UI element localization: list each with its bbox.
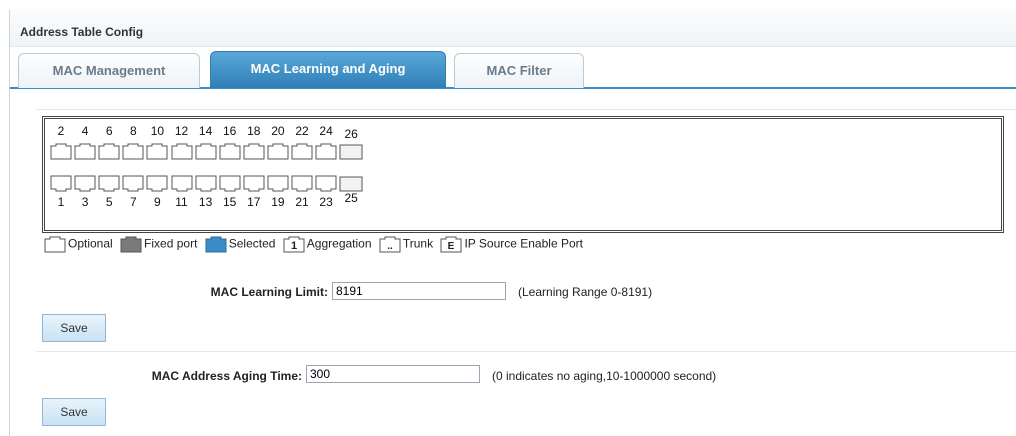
port-number-21: 21 — [295, 195, 309, 209]
port-number-20: 20 — [271, 124, 285, 138]
ip-source-port-icon: E — [440, 236, 462, 253]
port-1[interactable] — [50, 175, 72, 192]
port-number-3: 3 — [81, 195, 89, 209]
port-12[interactable] — [171, 143, 193, 160]
port-number-14: 14 — [198, 124, 213, 138]
port-number-15: 15 — [223, 195, 237, 209]
mac-aging-time-label: MAC Address Aging Time: — [151, 369, 302, 383]
port-26[interactable] — [339, 143, 363, 160]
port-number-6: 6 — [105, 124, 113, 138]
port-number-2: 2 — [57, 124, 65, 138]
tab-mac-management[interactable]: MAC Management — [18, 53, 200, 88]
port-number-12: 12 — [174, 124, 189, 138]
port-2[interactable] — [50, 143, 72, 160]
port-number-11: 11 — [175, 195, 188, 209]
port-18[interactable] — [243, 143, 265, 160]
port-number-25: 25 — [344, 191, 358, 205]
aging-time-hint: (0 indicates no aging,10-1000000 second) — [492, 369, 717, 383]
port-number-13: 13 — [198, 195, 213, 209]
port-24[interactable] — [315, 143, 337, 160]
port-13[interactable] — [195, 175, 217, 192]
port-number-7: 7 — [129, 195, 137, 209]
tab-bar: MAC Management MAC Learning and Aging MA… — [10, 47, 1016, 89]
page-title: Address Table Config — [20, 25, 144, 39]
port-17[interactable] — [243, 175, 265, 192]
port-number-10: 10 — [150, 124, 165, 138]
save-learning-button[interactable]: Save — [42, 314, 106, 342]
mac-learning-limit-label: MAC Learning Limit: — [210, 285, 328, 299]
port-panel: 2 4 6 8 10 12 14 16 18 20 22 24 26 1 3 5 7 9 11 13 15 17 19 21 2… — [42, 116, 1004, 233]
ip-source-icon-text: E — [448, 241, 455, 252]
port-3[interactable] — [74, 175, 96, 192]
mac-learning-limit-input[interactable] — [332, 282, 506, 300]
port-22[interactable] — [291, 143, 313, 160]
trunk-port-icon: .. — [379, 236, 401, 253]
tab-mac-learning-and-aging[interactable]: MAC Learning and Aging — [210, 51, 446, 88]
port-7[interactable] — [122, 175, 144, 192]
port-number-17: 17 — [247, 195, 261, 209]
aggregation-icon-text: 1 — [291, 240, 297, 252]
legend-optional: Optional — [68, 236, 113, 251]
port-15[interactable] — [219, 175, 241, 192]
port-number-8: 8 — [129, 124, 137, 138]
port-number-19: 19 — [271, 195, 285, 209]
port-legend: Optional Fixed port Selected 1 Aggregatio… — [44, 236, 587, 254]
port-9[interactable] — [146, 175, 168, 192]
port-number-23: 23 — [319, 195, 333, 209]
port-4[interactable] — [74, 143, 96, 160]
tab-panel: 2 4 6 8 10 12 14 16 18 20 22 24 26 1 3 5 7 9 11 13 15 17 19 21 2… — [10, 89, 1016, 436]
legend-trunk: Trunk — [402, 236, 434, 251]
port-number-4: 4 — [81, 124, 89, 138]
fixed-port-icon — [120, 236, 142, 253]
aggregation-port-icon: 1 — [283, 236, 305, 253]
optional-port-icon — [44, 236, 66, 253]
selected-port-icon — [205, 236, 227, 253]
port-number-9: 9 — [154, 195, 161, 209]
port-8[interactable] — [122, 143, 144, 160]
port-number-16: 16 — [223, 124, 237, 138]
mac-aging-time-input[interactable] — [306, 365, 480, 383]
port-number-22: 22 — [295, 124, 309, 138]
port-number-26: 26 — [344, 127, 358, 141]
port-6[interactable] — [98, 143, 120, 160]
port-5[interactable] — [98, 175, 120, 192]
learning-range-hint: (Learning Range 0-8191) — [518, 285, 653, 299]
save-aging-button[interactable]: Save — [42, 398, 106, 426]
trunk-icon-text: .. — [387, 241, 393, 252]
tab-mac-filter[interactable]: MAC Filter — [454, 53, 584, 88]
legend-aggregation: Aggregation — [306, 236, 372, 251]
port-25[interactable] — [339, 175, 363, 192]
section-header — [10, 10, 1016, 47]
section-divider — [36, 351, 1016, 352]
port-16[interactable] — [219, 143, 241, 160]
port-20[interactable] — [267, 143, 289, 160]
port-11[interactable] — [171, 175, 193, 192]
port-14[interactable] — [195, 143, 217, 160]
port-number-1: 1 — [57, 195, 65, 209]
port-number-18: 18 — [247, 124, 261, 138]
port-number-5: 5 — [105, 195, 113, 209]
port-10[interactable] — [146, 143, 168, 160]
port-number-24: 24 — [319, 124, 333, 138]
legend-fixed-port: Fixed port — [144, 236, 198, 251]
port-19[interactable] — [267, 175, 289, 192]
legend-selected: Selected — [228, 236, 276, 251]
port-23[interactable] — [315, 175, 337, 192]
legend-ip-source-enable-port: IP Source Enable Port — [464, 236, 583, 251]
learning-section: 2 4 6 8 10 12 14 16 18 20 22 24 26 1 3 5 7 9 11 13 15 17 19 21 2… — [36, 109, 1016, 347]
port-21[interactable] — [291, 175, 313, 192]
